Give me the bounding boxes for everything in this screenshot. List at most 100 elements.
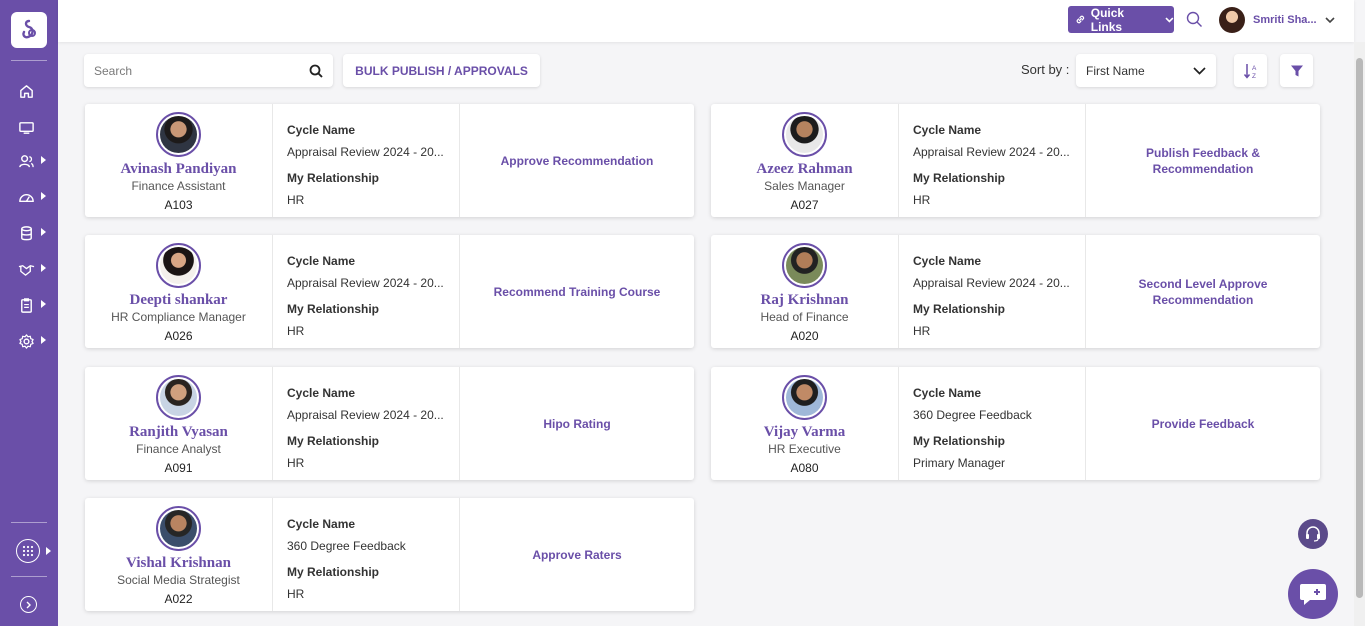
sidebar-item-users[interactable] <box>18 150 50 172</box>
cycle-name-value: 360 Degree Feedback <box>913 408 1032 422</box>
relationship-label: My Relationship <box>287 565 380 579</box>
cycle-info: Cycle Name Appraisal Review 2024 - 20...… <box>273 235 460 348</box>
avatar <box>156 112 201 157</box>
employee-id: A080 <box>790 461 819 475</box>
card-action-link[interactable]: Second Level Approve Recommendation <box>1086 235 1320 348</box>
cycle-name-label: Cycle Name <box>913 123 982 137</box>
employee-info: Deepti shankar HR Compliance Manager A02… <box>85 235 273 348</box>
monitor-icon <box>19 121 34 134</box>
sidebar-item-handshake[interactable] <box>18 258 50 280</box>
employee-card: Vishal Krishnan Social Media Strategist … <box>85 498 694 611</box>
cycle-name-label: Cycle Name <box>913 386 982 400</box>
handshake-icon <box>18 264 35 276</box>
search-field <box>84 54 333 87</box>
card-action-link[interactable]: Publish Feedback & Recommendation <box>1086 104 1320 217</box>
home-icon <box>20 84 33 98</box>
relationship-label: My Relationship <box>913 434 1006 448</box>
card-action-link[interactable]: Approve Raters <box>460 498 694 611</box>
employee-id: A091 <box>164 461 193 475</box>
card-action-link[interactable]: Approve Recommendation <box>460 104 694 217</box>
sidebar-divider <box>11 522 47 523</box>
quick-links-button[interactable]: Quick Links <box>1068 6 1174 34</box>
relationship-label: My Relationship <box>913 171 1006 185</box>
apps-grid-button[interactable] <box>16 539 40 563</box>
employee-name[interactable]: Vishal Krishnan <box>126 555 231 572</box>
employee-id: A027 <box>790 198 819 212</box>
sidebar-item-settings[interactable] <box>18 330 50 352</box>
employee-role: Head of Finance <box>760 310 849 324</box>
card-action-link[interactable]: Hipo Rating <box>460 367 694 480</box>
filter-icon <box>1290 65 1303 76</box>
employee-card: Raj Krishnan Head of Finance A020 Cycle … <box>711 235 1320 348</box>
employee-id: A022 <box>164 592 193 606</box>
employee-role: HR Compliance Manager <box>111 310 246 324</box>
top-bar: Quick Links Smriti Sha... <box>58 0 1354 42</box>
search-input[interactable] <box>94 63 309 78</box>
chat-icon <box>1300 584 1326 605</box>
employee-info: Ranjith Vyasan Finance Analyst A091 <box>85 367 273 480</box>
cycle-name-value: Appraisal Review 2024 - 20... <box>913 145 1070 159</box>
relationship-value: HR <box>287 193 305 207</box>
svg-text:A: A <box>1252 65 1257 72</box>
caret-right-icon <box>41 156 46 164</box>
avatar <box>156 375 201 420</box>
page-scrollbar[interactable] <box>1354 42 1365 626</box>
cycle-name-label: Cycle Name <box>913 254 982 268</box>
cycle-name-label: Cycle Name <box>287 386 356 400</box>
svg-text:Z: Z <box>1252 73 1256 80</box>
relationship-value: HR <box>913 193 931 207</box>
sidebar-item-database[interactable] <box>18 222 50 244</box>
cycle-info: Cycle Name Appraisal Review 2024 - 20...… <box>273 367 460 480</box>
avatar <box>782 375 827 420</box>
settings-icon <box>19 333 34 349</box>
chat-button[interactable] <box>1288 569 1338 619</box>
employee-name[interactable]: Deepti shankar <box>130 292 228 309</box>
app-logo[interactable] <box>11 12 47 48</box>
employee-role: Finance Analyst <box>136 442 221 456</box>
cycle-name-value: Appraisal Review 2024 - 20... <box>287 408 444 422</box>
global-search-button[interactable] <box>1186 11 1203 33</box>
avatar <box>156 506 201 551</box>
card-action-link[interactable]: Provide Feedback <box>1086 367 1320 480</box>
employee-name[interactable]: Azeez Rahman <box>756 161 852 178</box>
cycle-info: Cycle Name Appraisal Review 2024 - 20...… <box>899 235 1086 348</box>
relationship-value: HR <box>287 587 305 601</box>
sidebar-item-home[interactable] <box>18 80 50 102</box>
employee-role: Social Media Strategist <box>117 573 240 587</box>
expand-sidebar-button[interactable] <box>20 596 37 613</box>
caret-right-icon <box>41 228 46 236</box>
cycle-name-value: 360 Degree Feedback <box>287 539 406 553</box>
employee-role: Sales Manager <box>764 179 845 193</box>
employee-card: Vijay Varma HR Executive A080 Cycle Name… <box>711 367 1320 480</box>
search-icon[interactable] <box>309 64 323 78</box>
employee-name[interactable]: Raj Krishnan <box>761 292 849 309</box>
employee-info: Azeez Rahman Sales Manager A027 <box>711 104 899 217</box>
bulk-publish-approvals-button[interactable]: BULK PUBLISH / APPROVALS <box>343 54 540 87</box>
chevron-right-icon <box>26 601 31 608</box>
sort-label: Sort by : <box>1021 62 1070 77</box>
employee-name[interactable]: Avinash Pandiyan <box>120 161 236 178</box>
user-profile-menu[interactable]: Smriti Sha... <box>1219 7 1335 33</box>
sidebar-item-monitor[interactable] <box>18 116 50 138</box>
cycle-info: Cycle Name 360 Degree Feedback My Relati… <box>273 498 460 611</box>
caret-right-icon <box>41 264 46 272</box>
filter-button[interactable] <box>1280 54 1313 87</box>
sort-order-button[interactable]: A Z <box>1234 54 1267 87</box>
support-button[interactable] <box>1298 519 1328 549</box>
scrollbar-thumb[interactable] <box>1356 58 1363 598</box>
sidebar-divider <box>11 60 47 61</box>
employee-id: A103 <box>164 198 193 212</box>
sidebar-item-clipboard[interactable] <box>18 294 50 316</box>
card-action-link[interactable]: Recommend Training Course <box>460 235 694 348</box>
caret-right-icon <box>46 547 51 555</box>
sidebar-item-dashboard[interactable] <box>18 186 50 208</box>
employee-name[interactable]: Ranjith Vyasan <box>129 424 228 441</box>
employee-name[interactable]: Vijay Varma <box>764 424 846 441</box>
employee-card: Deepti shankar HR Compliance Manager A02… <box>85 235 694 348</box>
relationship-value: HR <box>913 324 931 338</box>
search-icon <box>1186 11 1202 27</box>
sort-select[interactable]: First Name <box>1076 54 1216 87</box>
caret-right-icon <box>41 336 46 344</box>
user-name: Smriti Sha... <box>1253 14 1317 26</box>
relationship-label: My Relationship <box>287 171 380 185</box>
